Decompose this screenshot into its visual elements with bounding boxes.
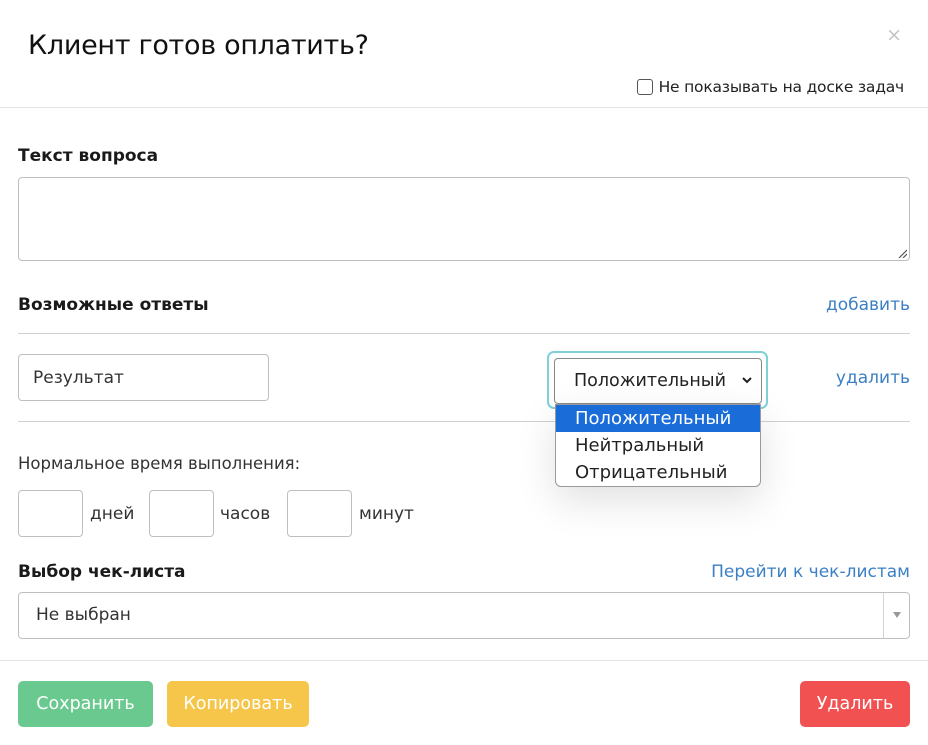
chevron-down-icon bbox=[742, 377, 752, 384]
copy-button[interactable]: Копировать bbox=[167, 681, 309, 727]
answer-type-dropdown: Положительный Нейтральный Отрицательный bbox=[555, 404, 761, 487]
checklist-label: Выбор чек-листа bbox=[18, 562, 186, 582]
modal-header: Клиент готов оплатить? × Не показывать н… bbox=[0, 0, 928, 108]
days-input[interactable] bbox=[18, 490, 83, 537]
checklist-select-separator bbox=[883, 593, 884, 638]
option-neutral[interactable]: Нейтральный bbox=[556, 432, 760, 459]
answers-divider-bottom bbox=[18, 421, 910, 422]
delete-answer-link[interactable]: удалить bbox=[836, 368, 910, 388]
delete-button[interactable]: Удалить bbox=[800, 681, 910, 727]
checklist-selected-value: Не выбран bbox=[36, 605, 131, 625]
minutes-input[interactable] bbox=[287, 490, 352, 537]
days-label: дней bbox=[90, 504, 135, 524]
goto-checklists-link[interactable]: Перейти к чек-листам bbox=[711, 562, 910, 582]
answer-text-input[interactable]: Результат bbox=[18, 354, 269, 401]
hours-input[interactable] bbox=[149, 490, 214, 537]
save-button[interactable]: Сохранить bbox=[18, 681, 153, 727]
hours-label: часов bbox=[220, 504, 271, 524]
close-icon[interactable]: × bbox=[886, 26, 902, 45]
hide-on-board-checkbox[interactable] bbox=[636, 79, 653, 95]
add-answer-link[interactable]: добавить bbox=[826, 295, 910, 315]
hide-on-board-option[interactable]: Не показывать на доске задач bbox=[636, 78, 905, 96]
minutes-label: минут bbox=[359, 504, 414, 524]
question-text-label: Текст вопроса bbox=[18, 146, 159, 166]
question-text-input[interactable] bbox=[18, 177, 910, 261]
caret-down-icon[interactable] bbox=[893, 612, 901, 618]
answers-label: Возможные ответы bbox=[18, 295, 209, 315]
modal-title: Клиент готов оплатить? bbox=[28, 30, 369, 61]
option-positive[interactable]: Положительный bbox=[556, 405, 760, 432]
checklist-select[interactable]: Не выбран bbox=[18, 592, 910, 639]
footer-divider bbox=[0, 660, 928, 661]
option-negative[interactable]: Отрицательный bbox=[556, 459, 760, 486]
question-modal: Клиент готов оплатить? × Не показывать н… bbox=[0, 0, 928, 745]
normal-time-label: Нормальное время выполнения: bbox=[18, 454, 301, 473]
hide-on-board-label: Не показывать на доске задач bbox=[658, 78, 905, 96]
answers-divider-top bbox=[18, 333, 910, 334]
resize-grip-icon[interactable] bbox=[897, 248, 907, 258]
answer-type-select[interactable]: Положительный bbox=[554, 358, 762, 404]
answer-type-selected-value: Положительный bbox=[574, 371, 726, 391]
